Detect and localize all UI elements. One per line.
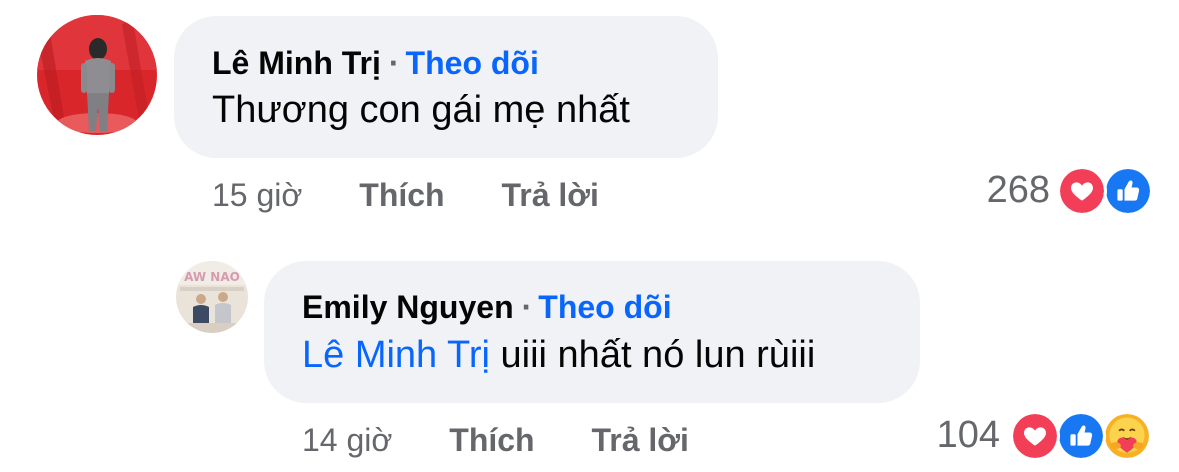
- like-button[interactable]: Thích: [359, 177, 444, 213]
- comment-actions: 14 giờ Thích Trả lời: [302, 421, 689, 459]
- separator-dot: ·: [521, 289, 533, 325]
- follow-link[interactable]: Theo dõi: [406, 45, 539, 81]
- reply-button[interactable]: Trả lời: [591, 422, 688, 458]
- comment-header: Lê Minh Trị · Theo dõi: [212, 44, 539, 82]
- reaction-count[interactable]: 268: [940, 168, 1050, 212]
- author-name[interactable]: Emily Nguyen: [302, 289, 514, 325]
- mention-link[interactable]: Lê Minh Trị: [302, 334, 490, 376]
- timestamp[interactable]: 14 giờ: [302, 422, 392, 458]
- heart-icon: [1010, 411, 1060, 461]
- comment-header: Emily Nguyen · Theo dõi: [302, 288, 672, 326]
- avatar[interactable]: [37, 15, 157, 135]
- reaction-count[interactable]: 104: [890, 413, 1000, 457]
- svg-text:AW NAO: AW NAO: [184, 270, 240, 284]
- comment-bubble: [174, 16, 718, 158]
- comment-text: Lê Minh Trị uiii nhất nó lun rùiii: [302, 333, 815, 377]
- comment-actions: 15 giờ Thích Trả lời: [212, 176, 599, 214]
- author-name[interactable]: Lê Minh Trị: [212, 45, 381, 81]
- comment-text: Thương con gái mẹ nhất: [212, 89, 630, 131]
- avatar[interactable]: AW NAO: [176, 261, 248, 333]
- like-button[interactable]: Thích: [449, 422, 534, 458]
- timestamp[interactable]: 15 giờ: [212, 177, 302, 213]
- separator-dot: ·: [388, 45, 400, 81]
- comment-bubble: [264, 261, 920, 403]
- like-icon: [1056, 411, 1106, 461]
- care-icon: [1102, 411, 1152, 461]
- like-icon: [1103, 166, 1153, 216]
- follow-link[interactable]: Theo dõi: [538, 289, 671, 325]
- comment-body: uiii nhất nó lun rùiii: [489, 334, 816, 376]
- reply-button[interactable]: Trả lời: [501, 177, 598, 213]
- heart-icon: [1057, 166, 1107, 216]
